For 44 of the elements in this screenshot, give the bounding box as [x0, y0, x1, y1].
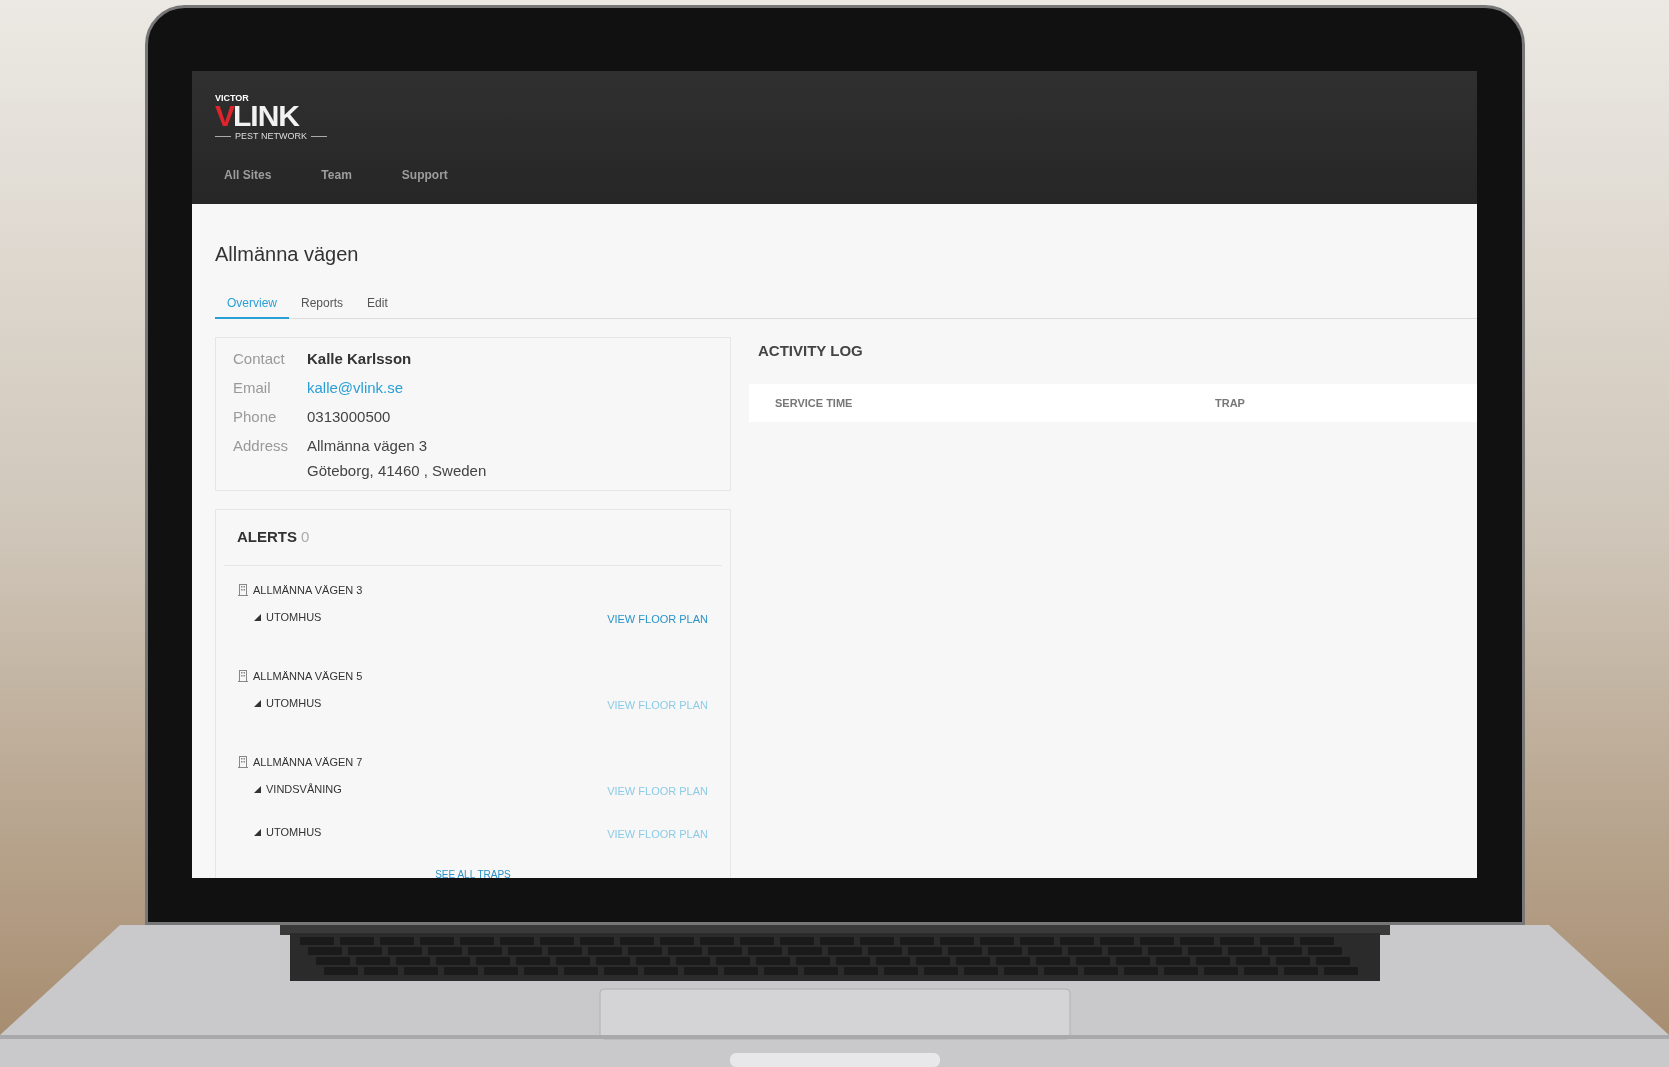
contact-label: Email — [233, 378, 272, 398]
view-floor-plan-link[interactable]: VIEW FLOOR PLAN — [607, 783, 708, 800]
contact-value: 0313000500 — [307, 407, 391, 427]
caret-icon — [254, 785, 261, 793]
caret-icon — [254, 828, 261, 836]
contact-value: Göteborg, 41460 , Sweden — [307, 461, 487, 481]
column-header: TRAP — [1215, 395, 1245, 411]
building-name: ALLMÄNNA VÄGEN 7 — [253, 754, 363, 770]
contact-value: Kalle Karlsson — [307, 349, 412, 369]
nav-link[interactable]: Team — [318, 165, 355, 185]
activity-log-title: ACTIVITY LOG — [758, 341, 863, 361]
contact-label: Phone — [233, 407, 278, 427]
tab[interactable]: Overview — [215, 294, 289, 319]
building-name: ALLMÄNNA VÄGEN 3 — [253, 582, 363, 598]
alerts-title: ALERTS — [237, 527, 297, 548]
floor-name: UTOMHUS — [266, 824, 322, 840]
column-header: SERVICE TIME — [775, 395, 854, 411]
view-floor-plan-link[interactable]: VIEW FLOOR PLAN — [607, 611, 708, 628]
site-title: Allmänna vägen — [215, 242, 359, 267]
see-all-traps-link[interactable]: SEE ALL TRAPS — [435, 869, 511, 878]
building-icon — [238, 756, 248, 768]
building-icon — [238, 584, 248, 596]
floor-name: VINDSVÅNING — [266, 781, 342, 797]
contact-label: Contact — [233, 349, 286, 369]
email-link[interactable]: kalle@vlink.se — [307, 373, 404, 402]
contact-value: Allmänna vägen 3 — [307, 436, 429, 456]
caret-icon — [254, 613, 261, 621]
floor-name: UTOMHUS — [266, 695, 322, 711]
logo-name: LINK — [233, 103, 299, 129]
logo-mark: V — [215, 103, 233, 129]
contact-label: Address — [233, 436, 290, 456]
building-name: ALLMÄNNA VÄGEN 5 — [253, 668, 363, 684]
tab[interactable]: Reports — [289, 294, 356, 319]
floor-name: UTOMHUS — [266, 609, 322, 625]
logo-tagline: PEST NETWORK — [235, 131, 307, 141]
tab[interactable]: Edit — [355, 294, 400, 319]
nav-link[interactable]: All Sites — [221, 165, 275, 185]
caret-icon — [254, 699, 261, 707]
view-floor-plan-link[interactable]: VIEW FLOOR PLAN — [607, 826, 708, 843]
building-icon — [238, 670, 248, 682]
view-floor-plan-link[interactable]: VIEW FLOOR PLAN — [607, 697, 708, 714]
logo-brand: VICTOR — [215, 93, 249, 103]
nav-link[interactable]: Support — [398, 165, 451, 185]
alerts-count: 0 — [301, 527, 310, 548]
